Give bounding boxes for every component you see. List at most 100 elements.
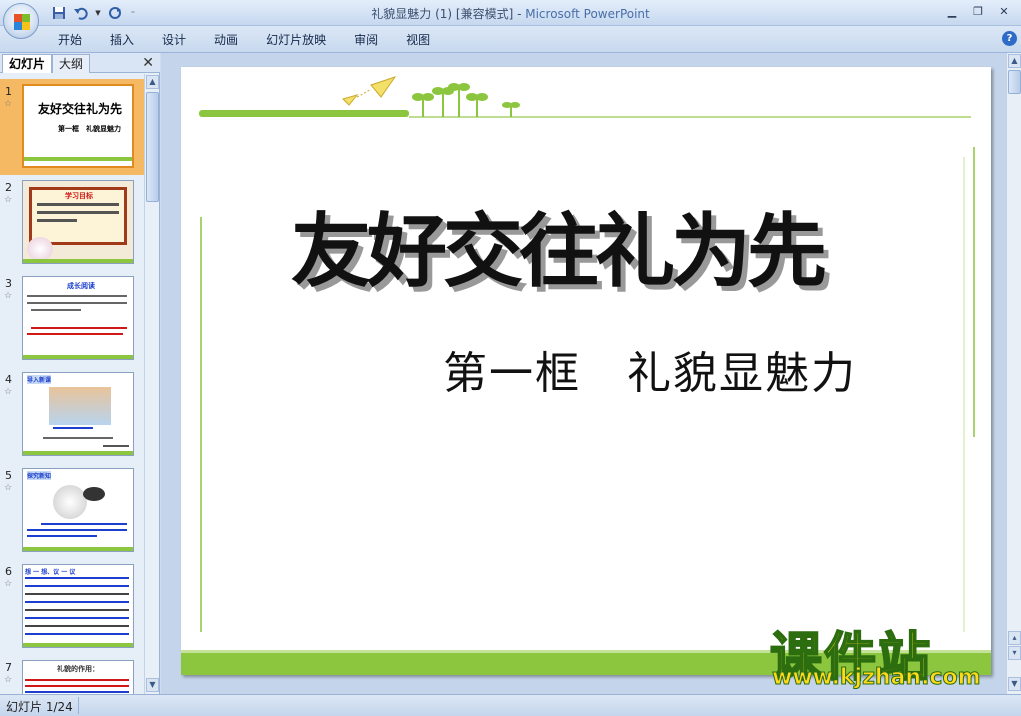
- scroll-down-icon[interactable]: ▼: [146, 678, 159, 692]
- thumb-green-bar: [24, 157, 132, 161]
- thumb-text-line: [37, 203, 119, 206]
- animation-star-icon: ☆: [4, 483, 13, 493]
- scroll-up-icon[interactable]: ▲: [1008, 54, 1021, 68]
- slide-scrollbar[interactable]: ▲ ▴ ▾ ▼: [1006, 53, 1021, 694]
- sprouts-icon: [412, 83, 520, 117]
- thumb-title: 导入新课: [27, 375, 52, 384]
- thumb-green-bar: [23, 451, 133, 455]
- slide-number: 2: [5, 181, 12, 194]
- slide-thumbnail[interactable]: 3 ☆ 成长阅读: [0, 271, 144, 367]
- title-bar: ▼ ⁼ 礼貌显魅力 (1) [兼容模式] - Microsoft PowerPo…: [0, 0, 1021, 26]
- thumbnail-preview: 学习目标: [22, 180, 134, 264]
- ribbon: 开始 插入 设计 动画 幻灯片放映 审阅 视图 ?: [0, 26, 1021, 53]
- thumbnail-list: 1 ☆ 友好交往礼为先 第一框 礼貌显魅力 2 ☆ 学习目标 3 ☆ 成长阅读 …: [0, 74, 144, 694]
- scroll-thumb[interactable]: [146, 92, 159, 202]
- thumbnail-preview: 礼貌的作用：: [22, 660, 134, 694]
- slide-thumbnail[interactable]: 7 ☆ 礼貌的作用：: [0, 655, 144, 694]
- thumb-text-line: [25, 633, 129, 635]
- help-icon[interactable]: ?: [1002, 31, 1017, 46]
- animation-star-icon: ☆: [4, 675, 13, 685]
- slide-number: 5: [5, 469, 12, 482]
- paper-plane-icon: [342, 76, 397, 106]
- status-divider: [78, 697, 79, 714]
- slide-number: 6: [5, 565, 12, 578]
- thumb-text-line: [27, 529, 127, 531]
- animation-star-icon: ☆: [4, 195, 13, 205]
- close-icon[interactable]: ✕: [991, 2, 1017, 20]
- scroll-up-icon[interactable]: ▲: [146, 75, 159, 89]
- thumb-text-line: [103, 445, 129, 447]
- thumb-text-line: [25, 577, 129, 579]
- tab-outline[interactable]: 大纲: [52, 54, 91, 73]
- thumb-green-bar: [23, 643, 133, 647]
- top-green-bar: [199, 110, 409, 117]
- thumb-text-line: [37, 211, 119, 214]
- window-controls: ▁ ❐ ✕: [939, 2, 1017, 20]
- app-name: Microsoft PowerPoint: [525, 7, 650, 21]
- restore-icon[interactable]: ❐: [965, 2, 991, 20]
- animation-star-icon: ☆: [4, 291, 13, 301]
- thumb-text-line: [41, 523, 127, 525]
- slide-thumbnail[interactable]: 4 ☆ 导入新课: [0, 367, 144, 463]
- slide-thumbnail[interactable]: 5 ☆ 探究新知: [0, 463, 144, 559]
- thumb-bubble: [83, 487, 105, 501]
- thumb-text-line: [25, 685, 129, 687]
- slide-title[interactable]: 友好交往礼为先: [291, 187, 827, 303]
- prev-slide-icon[interactable]: ▴: [1008, 631, 1021, 645]
- thumb-illustration: [53, 485, 87, 519]
- slide-thumbnail[interactable]: 2 ☆ 学习目标: [0, 175, 144, 271]
- thumb-green-bar: [23, 259, 133, 263]
- office-logo-icon: [14, 14, 30, 30]
- tab-review[interactable]: 审阅: [340, 31, 392, 49]
- tab-slides[interactable]: 幻灯片: [2, 54, 53, 73]
- ribbon-tabs: 开始 插入 设计 动画 幻灯片放映 审阅 视图: [44, 31, 444, 49]
- minimize-icon[interactable]: ▁: [939, 2, 965, 20]
- panel-tabs: 幻灯片 大纲 ✕: [0, 53, 160, 73]
- thumb-text-line: [53, 427, 93, 429]
- scroll-down-icon[interactable]: ▼: [1008, 677, 1021, 691]
- slide-editing-area: 友好交往礼为先 第一框 礼貌显魅力 ▲ ▴ ▾ ▼: [161, 53, 1021, 694]
- next-slide-icon[interactable]: ▾: [1008, 646, 1021, 660]
- slides-panel: 幻灯片 大纲 ✕ 1 ☆ 友好交往礼为先 第一框 礼貌显魅力 2 ☆ 学习目标: [0, 53, 160, 694]
- thumb-text-line: [25, 593, 129, 595]
- lotus-image: [27, 237, 53, 261]
- animation-star-icon: ☆: [4, 387, 13, 397]
- watermark-url: www.kjzhan.com: [772, 665, 982, 691]
- thumb-subtitle: 第一框 礼貌显魅力: [58, 125, 121, 133]
- tab-home[interactable]: 开始: [44, 31, 96, 49]
- thumbnail-preview: 想 一 想、议 一 议: [22, 564, 134, 648]
- panel-close-icon[interactable]: ✕: [142, 55, 154, 71]
- thumbnail-preview: 探究新知: [22, 468, 134, 552]
- slide-thumbnail[interactable]: 6 ☆ 想 一 想、议 一 议: [0, 559, 144, 655]
- thumb-text-line: [25, 609, 129, 611]
- tab-slideshow[interactable]: 幻灯片放映: [252, 31, 340, 49]
- tab-insert[interactable]: 插入: [96, 31, 148, 49]
- thumb-green-bar: [23, 355, 133, 359]
- thumb-text-line: [31, 327, 127, 329]
- thumb-text-line: [27, 535, 97, 537]
- slide-number: 7: [5, 661, 12, 674]
- thumb-text-line: [25, 625, 129, 627]
- thumb-title: 学习目标: [65, 192, 93, 200]
- thumb-title: 探究新知: [27, 471, 52, 480]
- tab-design[interactable]: 设计: [148, 31, 200, 49]
- thumb-text-line: [25, 691, 129, 693]
- scroll-thumb[interactable]: [1008, 70, 1021, 94]
- thumb-title: 成长阅读: [67, 282, 95, 290]
- animation-star-icon: ☆: [4, 99, 13, 109]
- thumbnail-scrollbar[interactable]: ▲ ▼: [144, 74, 159, 694]
- slide-counter: 幻灯片 1/24: [6, 700, 73, 714]
- slide-subtitle[interactable]: 第一框 礼貌显魅力: [443, 337, 857, 401]
- thumb-text-line: [31, 309, 81, 311]
- thumb-title: 友好交往礼为先: [38, 102, 123, 116]
- thumb-text-line: [27, 333, 123, 335]
- office-button[interactable]: [3, 3, 39, 39]
- status-bar: 幻灯片 1/24: [0, 694, 1021, 716]
- tab-animations[interactable]: 动画: [200, 31, 252, 49]
- thumbnail-preview: 友好交往礼为先 第一框 礼貌显魅力: [22, 84, 134, 168]
- slide-thumbnail[interactable]: 1 ☆ 友好交往礼为先 第一框 礼貌显魅力: [0, 79, 144, 175]
- current-slide[interactable]: 友好交往礼为先 第一框 礼貌显魅力: [181, 67, 991, 675]
- slide-number: 3: [5, 277, 12, 290]
- tab-view[interactable]: 视图: [392, 31, 444, 49]
- animation-star-icon: ☆: [4, 579, 13, 589]
